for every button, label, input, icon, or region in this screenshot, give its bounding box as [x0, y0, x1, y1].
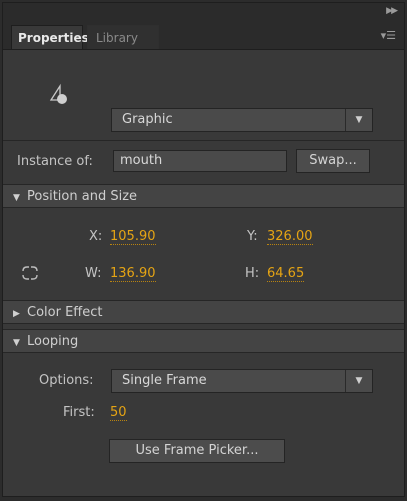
- section-looping[interactable]: ▼ Looping: [3, 329, 404, 353]
- properties-panel: ▶▶ Properties Library ▾☰ Graphic ▼ Insta…: [2, 2, 405, 497]
- section-color-effect-title: Color Effect: [27, 305, 103, 320]
- expanded-triangle-icon: ▼: [13, 338, 20, 348]
- w-value[interactable]: 136.90: [110, 266, 156, 282]
- looping-options-value: Single Frame: [122, 373, 207, 388]
- first-frame-value[interactable]: 50: [110, 405, 127, 421]
- x-value[interactable]: 105.90: [110, 229, 156, 245]
- section-looping-title: Looping: [27, 334, 79, 349]
- tab-library[interactable]: Library: [87, 25, 159, 49]
- x-label: X:: [89, 229, 103, 244]
- section-position-size-title: Position and Size: [27, 189, 138, 204]
- section-color-effect[interactable]: ▶ Color Effect: [3, 300, 404, 324]
- chevron-down-icon: ▼: [345, 370, 372, 392]
- w-label: W:: [85, 266, 102, 281]
- collapsed-triangle-icon: ▶: [13, 309, 20, 319]
- section-position-size[interactable]: ▼ Position and Size: [3, 184, 404, 208]
- y-label: Y:: [247, 229, 258, 244]
- symbol-type-dropdown[interactable]: Graphic ▼: [111, 108, 373, 132]
- tab-properties[interactable]: Properties: [11, 25, 89, 49]
- h-label: H:: [245, 266, 260, 281]
- chevron-down-icon: ▼: [345, 109, 372, 131]
- instance-name-value: mouth: [120, 153, 163, 168]
- instance-of-label: Instance of:: [17, 154, 93, 169]
- instance-name-field: mouth: [113, 150, 287, 172]
- looping-options-dropdown[interactable]: Single Frame ▼: [111, 369, 373, 393]
- graphic-symbol-icon: [49, 83, 67, 104]
- link-chain-icon[interactable]: [21, 266, 39, 280]
- options-label: Options:: [39, 373, 94, 388]
- use-frame-picker-button[interactable]: Use Frame Picker...: [109, 439, 285, 463]
- expanded-triangle-icon: ▼: [13, 193, 20, 203]
- swap-button[interactable]: Swap...: [296, 149, 370, 173]
- y-value[interactable]: 326.00: [267, 229, 313, 245]
- h-value[interactable]: 64.65: [267, 266, 305, 282]
- collapse-panel-icon[interactable]: ▶▶: [386, 6, 398, 16]
- panel-menu-icon[interactable]: ▾☰: [381, 29, 396, 42]
- first-frame-label: First:: [63, 405, 95, 420]
- divider: [3, 140, 404, 141]
- symbol-type-value: Graphic: [122, 112, 173, 127]
- panel-top-strip: ▶▶: [3, 3, 404, 25]
- panel-tab-bar: Properties Library ▾☰: [3, 25, 404, 50]
